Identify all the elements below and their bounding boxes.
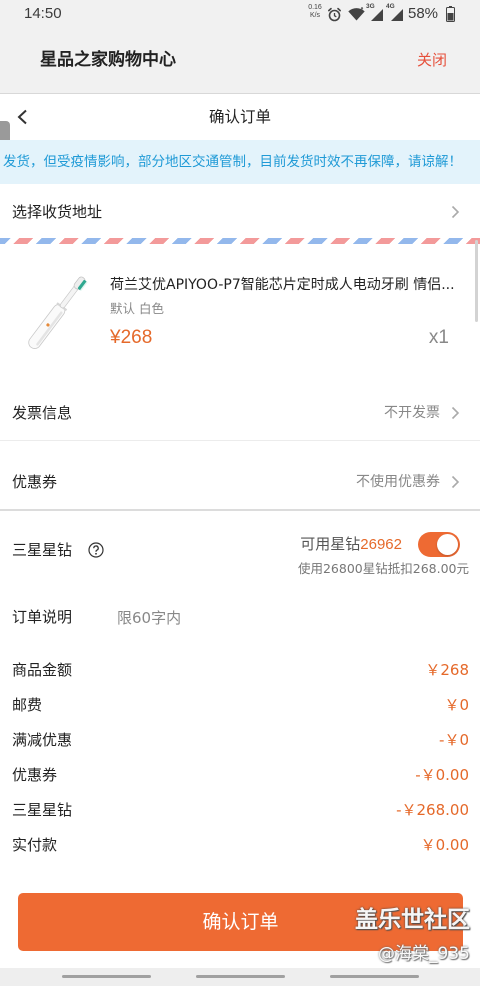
- network-speed-unit: K/s: [309, 12, 321, 19]
- star-diamond-toggle[interactable]: [418, 532, 460, 557]
- order-note-label: 订单说明: [12, 608, 73, 626]
- wifi-icon: [348, 7, 365, 21]
- summary-row-goods-amount: 商品金额 ￥268: [0, 653, 480, 688]
- price-summary: 商品金额 ￥268 邮费 ￥0 满减优惠 -￥0 优惠券 -￥0.00 三星星钻…: [0, 653, 480, 863]
- battery-percent: 58%: [408, 5, 439, 22]
- summary-row-amount-payable: 实付款 ￥0.00: [0, 828, 480, 863]
- order-note-input[interactable]: [113, 606, 458, 629]
- battery-icon: [446, 6, 455, 22]
- product-quantity: x1: [428, 327, 449, 348]
- summary-label: 优惠券: [12, 766, 58, 784]
- summary-value: ￥268: [425, 661, 469, 679]
- status-bar: 14:50 0.16 K/s 3G 4G 58%: [0, 0, 480, 28]
- invoice-label: 发票信息: [12, 404, 73, 422]
- summary-value: -￥0.00: [415, 766, 469, 784]
- network-speed: 0.16 K/s: [305, 4, 325, 20]
- available-label: 可用星钻: [300, 535, 361, 553]
- back-button[interactable]: [6, 101, 38, 133]
- coupon-label: 优惠券: [12, 473, 58, 491]
- available-value: 26962: [360, 536, 402, 553]
- product-price: ¥268: [110, 327, 153, 348]
- chevron-right-icon: [451, 205, 460, 219]
- summary-row-coupon: 优惠券 -￥0.00: [0, 758, 480, 793]
- invoice-row[interactable]: 发票信息 不开发票: [0, 385, 480, 441]
- notice-banner: 发货，但受疫情影响，部分地区交通管制，目前发货时效不再保障，请谅解！: [0, 140, 480, 184]
- gesture-hint-back[interactable]: [330, 975, 419, 978]
- signal-icon: [371, 9, 383, 21]
- summary-value: ￥0: [444, 696, 469, 714]
- summary-label: 商品金额: [12, 661, 73, 679]
- chevron-right-icon: [451, 406, 460, 420]
- status-time: 14:50: [24, 5, 62, 22]
- airmail-border: [0, 238, 480, 244]
- signal-icon: [391, 9, 403, 21]
- app-title: 星品之家购物中心: [40, 50, 176, 70]
- toggle-knob: [437, 534, 458, 555]
- app-header: 星品之家购物中心 关闭: [0, 28, 480, 94]
- available-star-diamonds: 可用星钻26962: [300, 534, 402, 555]
- summary-label: 邮费: [12, 696, 43, 714]
- system-nav-bar: [0, 968, 480, 986]
- coupon-row[interactable]: 优惠券 不使用优惠券: [0, 442, 480, 509]
- close-button[interactable]: 关闭: [417, 28, 447, 93]
- product-spec: 默认 白色: [110, 301, 164, 316]
- summary-row-star-diamond: 三星星钻 -￥268.00: [0, 793, 480, 828]
- summary-value: ￥0.00: [420, 836, 469, 854]
- summary-label: 满减优惠: [12, 731, 73, 749]
- scrollbar[interactable]: [475, 240, 478, 322]
- summary-value: -￥268.00: [396, 801, 469, 819]
- summary-row-shipping: 邮费 ￥0: [0, 688, 480, 723]
- product-image: [28, 276, 88, 349]
- star-diamond-label: 三星星钻: [12, 541, 73, 559]
- summary-row-full-reduction: 满减优惠 -￥0: [0, 723, 480, 758]
- confirm-order-button[interactable]: 确认订单: [18, 893, 463, 951]
- order-note-row: 订单说明: [0, 595, 480, 640]
- chevron-right-icon: [451, 475, 460, 489]
- gesture-hint-recents[interactable]: [62, 975, 151, 978]
- product-card: 荷兰艾优APIYOO-P7智能芯片定时成人电动牙刷 情侣... 默认 白色 ¥2…: [0, 255, 480, 368]
- select-address-row[interactable]: 选择收货地址: [0, 190, 480, 234]
- summary-label: 实付款: [12, 836, 58, 854]
- network-speed-value: 0.16: [308, 4, 322, 11]
- product-title: 荷兰艾优APIYOO-P7智能芯片定时成人电动牙刷 情侣...: [110, 277, 455, 293]
- alarm-icon: [328, 7, 341, 22]
- page-title: 确认订单: [208, 108, 271, 126]
- notice-text: 发货，但受疫情影响，部分地区交通管制，目前发货时效不再保障，请谅解！: [3, 154, 462, 170]
- deduction-text: 使用26800星钻抵扣268.00元: [297, 561, 469, 576]
- gesture-hint-home[interactable]: [196, 975, 285, 978]
- coupon-value: 不使用优惠券: [356, 474, 440, 490]
- nav-bar: 确认订单: [0, 94, 480, 140]
- address-label: 选择收货地址: [12, 203, 103, 221]
- summary-label: 三星星钻: [12, 801, 73, 819]
- summary-value: -￥0: [439, 731, 469, 749]
- star-diamond-row: 三星星钻 可用星钻26962 使用26800星钻抵扣268.00元: [0, 511, 480, 591]
- invoice-value: 不开发票: [384, 405, 440, 421]
- chevron-left-icon: [17, 109, 27, 125]
- question-circle-icon[interactable]: [88, 542, 104, 558]
